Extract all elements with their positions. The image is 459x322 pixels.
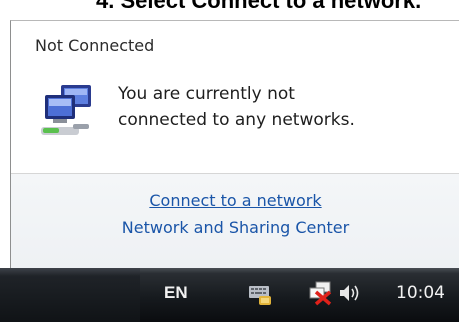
not-connected-message: You are currently not connected to any n… bbox=[118, 81, 448, 133]
caption-text: 4. Select Connect to a network. bbox=[96, 0, 422, 13]
language-indicator[interactable]: EN bbox=[164, 283, 188, 303]
message-line-2: connected to any networks. bbox=[118, 110, 355, 130]
taskbar-clock[interactable]: 10:04 bbox=[396, 283, 445, 303]
screenshot-frame: 4. Select Connect to a network. Not Conn… bbox=[0, 0, 459, 322]
taskbar: EN 10:04 bbox=[0, 268, 459, 322]
connect-to-network-link[interactable]: Connect to a network bbox=[11, 191, 459, 210]
network-computers-icon bbox=[41, 85, 91, 135]
instruction-caption: 4. Select Connect to a network. bbox=[0, 0, 459, 18]
keyboard-battery-icon[interactable] bbox=[247, 282, 273, 306]
network-disconnected-icon[interactable] bbox=[308, 280, 334, 306]
message-line-1: You are currently not bbox=[118, 84, 295, 104]
network-status-flyout: Not Connected You are currently not conn… bbox=[10, 20, 459, 269]
flyout-status-panel: Not Connected You are currently not conn… bbox=[11, 21, 459, 173]
volume-icon[interactable] bbox=[338, 282, 362, 304]
network-sharing-center-link[interactable]: Network and Sharing Center bbox=[11, 218, 459, 237]
taskbar-left-segment bbox=[0, 268, 140, 322]
connection-status-title: Not Connected bbox=[35, 36, 155, 55]
